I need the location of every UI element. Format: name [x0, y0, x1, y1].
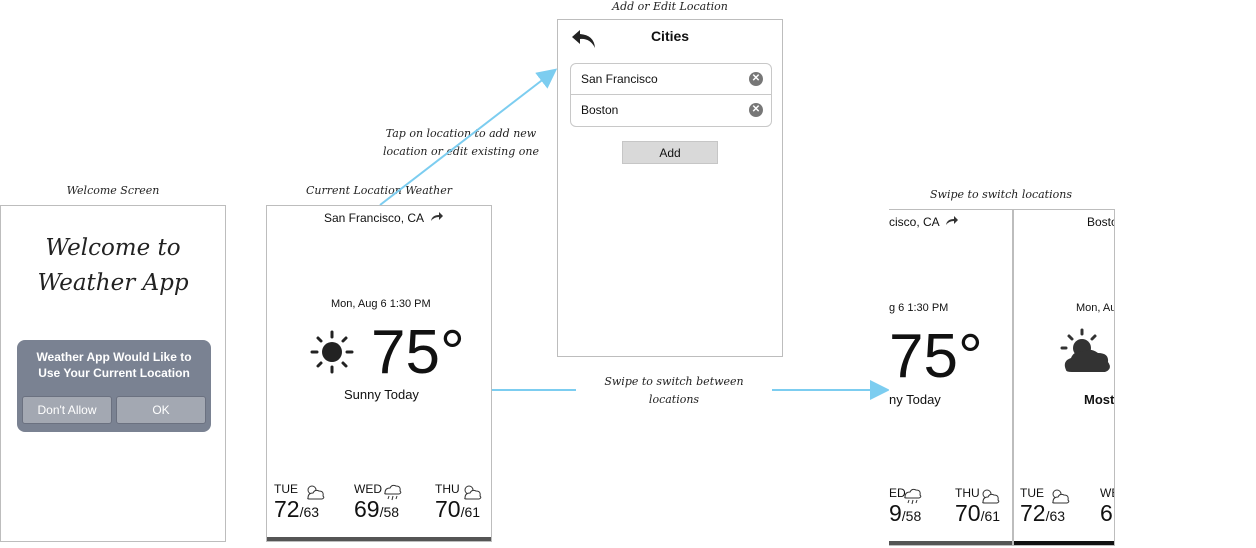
date-time: Mon, Aug 6 1:30 PM — [331, 298, 431, 310]
location-label[interactable]: San Francisco, CA — [324, 211, 444, 225]
location-label[interactable]: Bosto — [1087, 215, 1114, 229]
swipe-screen-left[interactable]: cisco, CA g 6 1:30 PM 75° ny Today ED 9/… — [889, 209, 1013, 546]
mostly-cloudy-icon — [1060, 328, 1110, 372]
condition-text: Sunny Today — [344, 387, 419, 402]
rain-icon — [384, 484, 402, 501]
forecast-low: /63 — [1045, 508, 1066, 524]
alert-line2: Use Your Current Location — [38, 366, 190, 380]
bottom-bar — [267, 537, 491, 541]
rain-icon — [904, 488, 922, 505]
forecast-low: /61 — [980, 508, 1001, 524]
share-arrow-icon[interactable] — [945, 216, 959, 226]
welcome-title-line1: Welcome to — [45, 235, 181, 261]
tap-arrow — [379, 68, 558, 206]
forecast-low: /61 — [460, 504, 481, 520]
forecast-high: 72 — [1020, 500, 1046, 526]
location-name[interactable]: cisco, CA — [889, 215, 939, 229]
forecast-high: 9 — [889, 500, 902, 526]
forecast-low: /63 — [299, 504, 320, 520]
current-weather-screen[interactable]: San Francisco, CA Mon, Aug 6 1:30 PM 75°… — [266, 205, 492, 542]
city-item-boston[interactable]: Boston ✕ — [571, 95, 771, 126]
partly-cloudy-icon — [307, 485, 325, 500]
sun-icon — [310, 330, 354, 374]
forecast-low: /58 — [379, 504, 400, 520]
bottom-bar — [889, 541, 1012, 545]
welcome-title-line2: Weather App — [37, 270, 189, 296]
city-name[interactable]: Boston — [581, 103, 618, 117]
date-time: g 6 1:30 PM — [889, 302, 949, 314]
welcome-screen: Welcome to Weather App Weather App Would… — [0, 205, 226, 542]
condition-text: Mostl — [1084, 392, 1115, 407]
partly-cloudy-icon — [982, 489, 1000, 504]
condition-text: ny Today — [889, 392, 941, 407]
forecast-wed: WE 6 — [1100, 486, 1114, 527]
share-arrow-icon[interactable] — [430, 212, 444, 222]
forecast-high: 70 — [435, 496, 461, 522]
bottom-bar — [1014, 541, 1114, 545]
swipe-screen-right[interactable]: Bosto Mon, Au Mostl TUE 72/63 WE 6 — [1013, 209, 1115, 546]
location-name[interactable]: San Francisco, CA — [324, 211, 423, 225]
date-time: Mon, Au — [1076, 302, 1115, 314]
remove-city-icon[interactable]: ✕ — [749, 103, 763, 117]
partly-cloudy-icon — [464, 485, 482, 500]
forecast-low: /58 — [901, 508, 922, 524]
forecast-high: 72 — [274, 496, 300, 522]
forecast-day: WE — [1100, 486, 1114, 500]
forecast-high: 70 — [955, 500, 981, 526]
forecast-high: 69 — [354, 496, 380, 522]
city-list: San Francisco ✕ Boston ✕ — [570, 63, 772, 127]
add-city-button[interactable]: Add — [622, 141, 718, 164]
dont-allow-button[interactable]: Don't Allow — [22, 396, 112, 424]
partly-cloudy-icon — [1052, 489, 1070, 504]
location-permission-alert: Weather App Would Like to Use Your Curre… — [17, 340, 211, 432]
current-temperature: 75° — [889, 322, 983, 391]
cities-title: Cities — [650, 28, 690, 44]
alert-message: Weather App Would Like to Use Your Curre… — [17, 349, 211, 381]
alert-line1: Weather App Would Like to — [36, 350, 192, 364]
location-label[interactable]: cisco, CA — [889, 215, 959, 229]
city-name[interactable]: San Francisco — [581, 72, 658, 86]
remove-city-icon[interactable]: ✕ — [749, 72, 763, 86]
city-item-san-francisco[interactable]: San Francisco ✕ — [571, 64, 771, 95]
ok-button[interactable]: OK — [116, 396, 206, 424]
forecast-high: 6 — [1100, 500, 1113, 526]
current-temperature: 75° — [371, 318, 465, 387]
cities-screen: Cities San Francisco ✕ Boston ✕ Add — [557, 19, 783, 357]
